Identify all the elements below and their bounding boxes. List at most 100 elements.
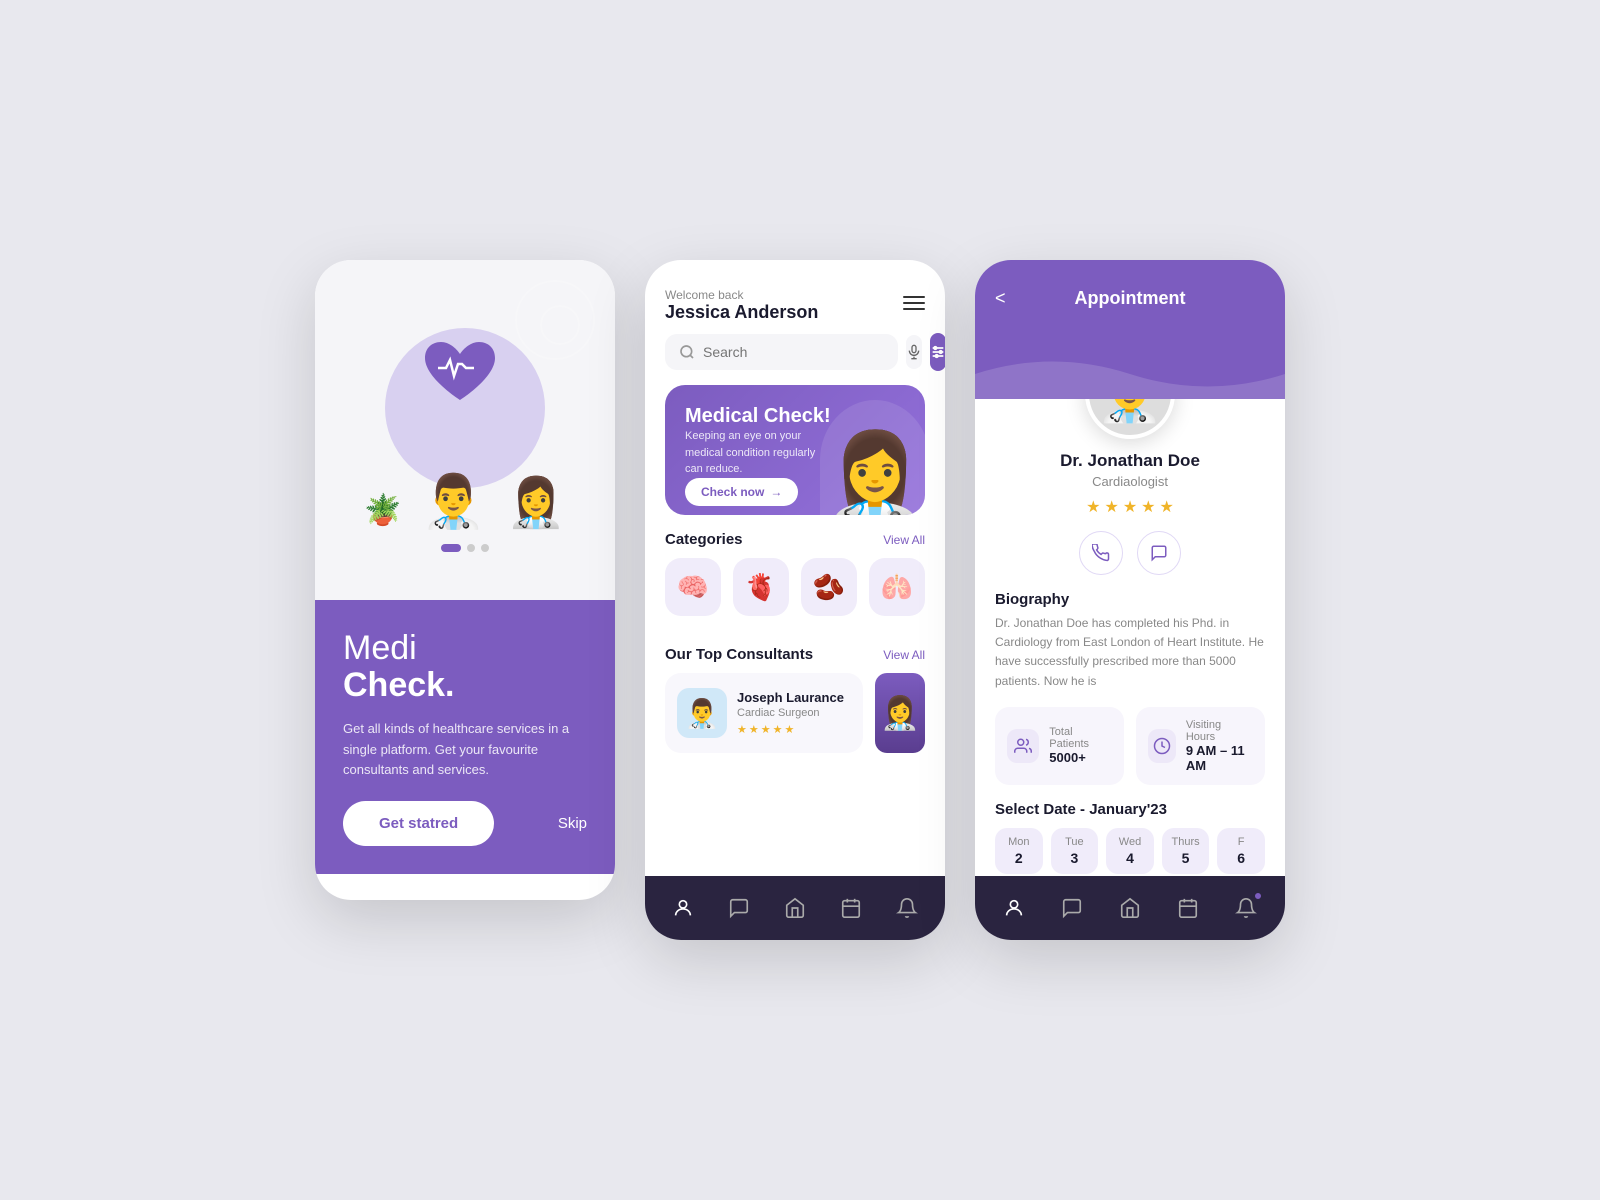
search-input[interactable] bbox=[703, 344, 884, 360]
hamburger-line-3 bbox=[903, 308, 925, 310]
medical-check-banner: Medical Check! Keeping an eye on your me… bbox=[665, 385, 925, 515]
message-button[interactable] bbox=[1137, 531, 1181, 575]
doctor-figure: 👨‍⚕️ bbox=[421, 476, 486, 528]
consultant-specialty-joseph: Cardiac Surgeon bbox=[737, 707, 844, 719]
consultant-card-secondary[interactable]: 👩‍⚕️ bbox=[875, 673, 925, 753]
dot-2 bbox=[467, 544, 475, 552]
consultants-view-all[interactable]: View All bbox=[883, 648, 925, 662]
total-patients-label: Total Patients bbox=[1049, 726, 1112, 750]
profile-icon-appt bbox=[1003, 897, 1025, 919]
home-screen: Welcome back Jessica Anderson bbox=[645, 260, 945, 940]
banner-doctor-figure: 👩‍⚕️ bbox=[822, 435, 925, 515]
filter-button[interactable] bbox=[930, 333, 945, 371]
nav-bell[interactable] bbox=[887, 888, 927, 928]
doctor-contact-actions bbox=[1079, 531, 1181, 575]
nav-home[interactable] bbox=[775, 888, 815, 928]
date-wednesday[interactable]: Wed 4 bbox=[1106, 828, 1154, 874]
back-button[interactable]: < bbox=[995, 288, 1006, 309]
consultant-avatar-joseph: 👨‍⚕️ bbox=[677, 688, 727, 738]
users-icon bbox=[1014, 737, 1032, 755]
notification-badge bbox=[1254, 892, 1262, 900]
nav-chat[interactable] bbox=[719, 888, 759, 928]
onboarding-subtitle: Get all kinds of healthcare services in … bbox=[343, 719, 587, 781]
categories-title: Categories bbox=[665, 531, 743, 548]
date-tuesday[interactable]: Tue 3 bbox=[1051, 828, 1099, 874]
consultant-name-joseph: Joseph Laurance bbox=[737, 690, 844, 705]
categories-section-header: Categories View All bbox=[645, 515, 945, 558]
nav-chat-appt[interactable] bbox=[1052, 888, 1092, 928]
home-icon bbox=[784, 897, 806, 919]
title-light: Medi bbox=[343, 629, 417, 667]
home-bottom-nav bbox=[645, 876, 945, 940]
consultant-card-joseph[interactable]: 👨‍⚕️ Joseph Laurance Cardiac Surgeon ★ ★… bbox=[665, 673, 863, 753]
appointment-content: 👨‍⚕️ Dr. Jonathan Doe Cardiaologist ★ ★ … bbox=[975, 399, 1285, 876]
total-patients-value: 5000+ bbox=[1049, 750, 1112, 765]
date-monday[interactable]: Mon 2 bbox=[995, 828, 1043, 874]
appointment-title: Appointment bbox=[1075, 288, 1186, 309]
bell-icon bbox=[896, 897, 918, 919]
doctor-avatar-figure: 👨‍⚕️ bbox=[1096, 399, 1163, 426]
nav-profile-appt[interactable] bbox=[994, 888, 1034, 928]
nav-bell-appt[interactable] bbox=[1226, 888, 1266, 928]
nav-profile[interactable] bbox=[663, 888, 703, 928]
heart-pulse-icon bbox=[420, 338, 500, 408]
nav-calendar-appt[interactable] bbox=[1168, 888, 1208, 928]
nav-home-appt[interactable] bbox=[1110, 888, 1150, 928]
consultants-title: Our Top Consultants bbox=[665, 646, 813, 663]
get-started-button[interactable]: Get statred bbox=[343, 801, 494, 846]
search-icon bbox=[679, 344, 695, 360]
skip-button[interactable]: Skip bbox=[558, 815, 587, 832]
welcome-text: Welcome back bbox=[665, 288, 818, 302]
dot-3 bbox=[481, 544, 489, 552]
doctor-name: Dr. Jonathan Doe bbox=[1060, 451, 1200, 471]
onboarding-content: Medi Check. Get all kinds of healthcare … bbox=[315, 600, 615, 874]
home-header: Welcome back Jessica Anderson bbox=[645, 260, 945, 333]
select-date-title: Select Date - January'23 bbox=[995, 801, 1265, 818]
category-brain[interactable]: 🧠 bbox=[665, 558, 721, 616]
category-kidney[interactable]: 🫘 bbox=[801, 558, 857, 616]
category-heart[interactable]: 🫀 bbox=[733, 558, 789, 616]
doctor-stats-row: Total Patients 5000+ Visiting Hours 9 bbox=[995, 707, 1265, 785]
phone-home: Welcome back Jessica Anderson bbox=[645, 260, 945, 940]
microphone-button[interactable] bbox=[906, 335, 922, 369]
deco-circle-2 bbox=[540, 305, 580, 345]
hamburger-line-1 bbox=[903, 296, 925, 298]
biography-title: Biography bbox=[995, 591, 1265, 608]
home-icon-appt bbox=[1119, 897, 1141, 919]
nurse-figure: 👩‍⚕️ bbox=[506, 480, 566, 528]
doctor-avatar: 👨‍⚕️ bbox=[1085, 399, 1175, 439]
clock-icon bbox=[1148, 729, 1176, 763]
message-icon bbox=[1150, 544, 1168, 562]
banner-doctor-decoration: 👩‍⚕️ bbox=[820, 400, 925, 515]
consultants-row: 👨‍⚕️ Joseph Laurance Cardiac Surgeon ★ ★… bbox=[645, 673, 945, 753]
phone-onboarding: 🪴 👨‍⚕️ 👩‍⚕️ Medi Check. bbox=[315, 260, 615, 900]
categories-row: 🧠 🫀 🫘 🫁 bbox=[645, 558, 945, 630]
consultant-info-joseph: Joseph Laurance Cardiac Surgeon ★ ★ ★ ★ … bbox=[737, 690, 844, 736]
check-now-button[interactable]: Check now → bbox=[685, 478, 798, 506]
plant-decoration: 🪴 bbox=[364, 493, 401, 528]
menu-button[interactable] bbox=[903, 296, 925, 310]
category-lungs[interactable]: 🫁 bbox=[869, 558, 925, 616]
dot-1-active bbox=[441, 544, 461, 552]
user-name: Jessica Anderson bbox=[665, 302, 818, 323]
doctor-profile-card: 👨‍⚕️ Dr. Jonathan Doe Cardiaologist ★ ★ … bbox=[995, 399, 1265, 575]
appointment-bottom-nav bbox=[975, 876, 1285, 940]
calendar-icon bbox=[840, 897, 862, 919]
onboarding-actions: Get statred Skip bbox=[343, 801, 587, 846]
categories-view-all[interactable]: View All bbox=[883, 533, 925, 547]
patients-icon bbox=[1007, 729, 1039, 763]
date-friday[interactable]: F 6 bbox=[1217, 828, 1265, 874]
visiting-hours-label: Visiting Hours bbox=[1186, 719, 1253, 743]
date-thursday[interactable]: Thurs 5 bbox=[1162, 828, 1210, 874]
phone-appointment: < Appointment 👨‍⚕️ Dr. Jonathan Doe Card… bbox=[975, 260, 1285, 940]
banner-subtitle: Keeping an eye on your medical condition… bbox=[685, 428, 835, 478]
date-row: Mon 2 Tue 3 Wed 4 Thurs 5 bbox=[995, 828, 1265, 874]
nav-calendar[interactable] bbox=[831, 888, 871, 928]
hamburger-line-2 bbox=[903, 302, 925, 304]
calendar-icon-appt bbox=[1177, 897, 1199, 919]
search-box[interactable] bbox=[665, 334, 898, 370]
visiting-hours-stat: Visiting Hours 9 AM – 11 AM bbox=[1136, 707, 1265, 785]
biography-text: Dr. Jonathan Doe has completed his Phd. … bbox=[995, 614, 1265, 691]
doctor-stars: ★ ★ ★ ★ ★ bbox=[1086, 497, 1174, 517]
call-button[interactable] bbox=[1079, 531, 1123, 575]
